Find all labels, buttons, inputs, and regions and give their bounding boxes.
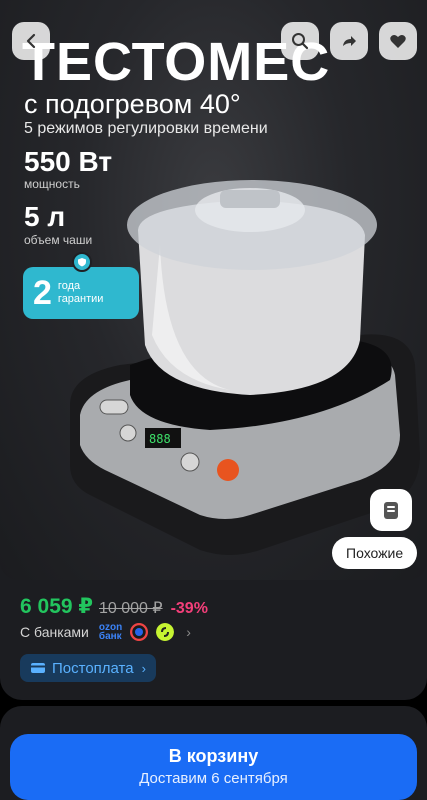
banks-row[interactable]: С банками ozon банк › xyxy=(20,622,191,642)
catalog-icon xyxy=(384,502,398,519)
bank-logo-green-icon xyxy=(156,623,175,641)
current-price: 6 059 ₽ xyxy=(20,595,93,618)
banner-modes: 5 режимов регулировки времени xyxy=(24,120,268,137)
banks-label: С банками xyxy=(20,624,89,640)
discount-badge: -39% xyxy=(170,600,208,617)
shield-icon xyxy=(72,252,92,272)
product-gallery[interactable]: 888 ТЕСТОМЕС с подогревом 40° 5 режимов … xyxy=(0,0,427,580)
add-to-cart-label: В корзину xyxy=(168,746,259,766)
postpay-label: Постоплата xyxy=(52,659,134,677)
warranty-number: 2 xyxy=(33,274,52,312)
volume-label: объем чаши xyxy=(24,233,93,247)
delivery-date: Доставим 6 сентября xyxy=(139,770,288,787)
warranty-text: года гарантии xyxy=(58,280,104,306)
product-card: 888 ТЕСТОМЕС с подогревом 40° 5 режимов … xyxy=(0,0,427,700)
banner-subtitle: с подогревом 40° xyxy=(24,89,241,119)
similar-button[interactable]: Похожие xyxy=(332,537,418,569)
volume-value: 5 л xyxy=(24,201,66,232)
warranty-line-1: года xyxy=(57,280,81,292)
price-row: 6 059 ₽ 10 000 ₽ -39% xyxy=(20,594,208,619)
heart-icon xyxy=(390,34,406,48)
back-button[interactable] xyxy=(12,22,50,60)
old-price: 10 000 ₽ xyxy=(99,600,163,617)
search-button[interactable] xyxy=(281,22,319,60)
add-to-cart-button[interactable]: В корзину Доставим 6 сентября xyxy=(10,734,417,800)
svg-text:888: 888 xyxy=(149,432,171,446)
power-value: 550 Вт xyxy=(24,146,113,177)
ozon-logo-line-2: банк xyxy=(98,631,122,642)
chevron-right-icon: › xyxy=(186,624,191,640)
chevron-right-icon: › xyxy=(141,660,146,676)
favorite-button[interactable] xyxy=(379,22,417,60)
search-icon xyxy=(292,33,309,50)
warranty-badge: 2 года гарантии xyxy=(23,267,139,319)
postpay-button[interactable]: Постоплата › xyxy=(20,654,156,682)
back-icon xyxy=(26,33,36,49)
power-label: мощность xyxy=(24,177,80,191)
share-button[interactable] xyxy=(330,22,368,60)
warranty-line-2: гарантии xyxy=(57,293,104,305)
bank-logo-red-icon xyxy=(130,623,149,641)
share-icon xyxy=(343,36,356,46)
card-icon xyxy=(31,663,45,673)
ozon-bank-logo: ozon банк xyxy=(98,623,122,642)
catalog-button[interactable] xyxy=(370,489,412,531)
